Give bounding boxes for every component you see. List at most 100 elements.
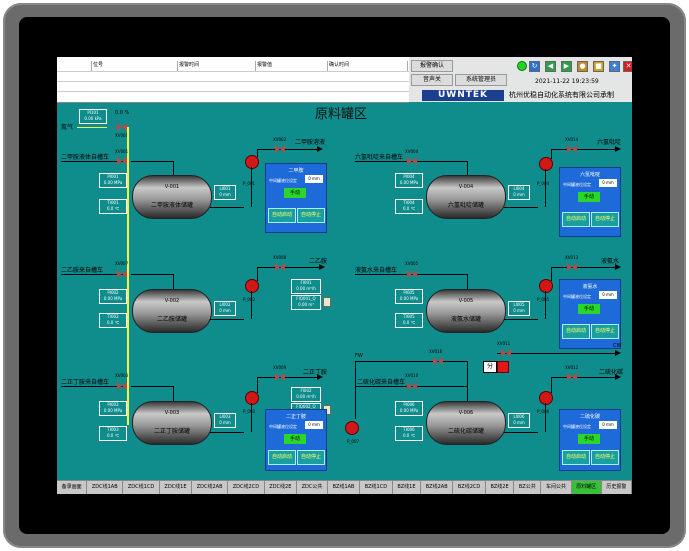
split-status-icon[interactable] [497, 361, 509, 373]
tab-zdc2ab[interactable]: ZDC线2AB [192, 481, 229, 494]
lock-icon[interactable]: ■ [593, 61, 604, 72]
tab-bz2ab[interactable]: BZ线2AB [421, 481, 454, 494]
tab-zdc1e[interactable]: ZDC线1E [160, 481, 193, 494]
tab-bz2cd[interactable]: BZ线2CD [453, 481, 486, 494]
tank1-inlet-valve-icon[interactable] [117, 157, 127, 165]
tank2-outlet-valve-icon[interactable] [275, 263, 285, 271]
pump-p001-icon[interactable] [245, 155, 259, 169]
pump-p003-icon[interactable] [245, 391, 259, 405]
tab-history-alarm[interactable]: 历史报警 [602, 481, 632, 494]
tank4-inlet-valve-icon[interactable] [407, 157, 417, 165]
split-label: 分 [483, 361, 497, 373]
tank6-level: LI006 0 mm [508, 413, 530, 428]
tank-v002[interactable]: V-002 二乙胺储罐 [132, 289, 212, 333]
col-tag: 位号 [93, 61, 178, 71]
tab-backup[interactable]: 备录画面 [57, 481, 88, 494]
sound-off-button[interactable]: 音声关 [411, 74, 453, 86]
tank2-dest: 二乙胺 [309, 258, 328, 265]
pump-p007-icon[interactable] [345, 421, 359, 435]
tab-bz1cd[interactable]: BZ线1CD [360, 481, 393, 494]
settings-icon[interactable]: ✦ [609, 61, 620, 72]
tab-zdc1ab[interactable]: ZDC线1AB [87, 481, 124, 494]
tank1-control-panel: 二甲胺 中间罐液位设定 0 mm 手动 自动启动 自动停止 [265, 163, 327, 233]
forward-icon[interactable]: ▶ [561, 61, 572, 72]
pipe [251, 291, 252, 319]
company-logo: UWNTEK [422, 90, 504, 101]
tank4-outlet-valve-icon[interactable] [567, 145, 577, 153]
level-setpoint-input[interactable]: 0 mm [599, 291, 617, 299]
auto-start-button[interactable]: 自动启动 [562, 324, 590, 339]
tab-zdc-common[interactable]: ZDC公共 [297, 481, 328, 494]
mode-button[interactable]: 手动 [284, 188, 306, 198]
auto-stop-button[interactable]: 自动停止 [591, 450, 619, 465]
level-setpoint-input[interactable]: 0 mm [305, 175, 323, 183]
tank3-inlet-valve-icon[interactable] [117, 382, 127, 390]
tab-zdc1cd[interactable]: ZDC线1CD [123, 481, 160, 494]
pump-p004-icon[interactable] [539, 157, 553, 171]
back-icon[interactable]: ◀ [545, 61, 556, 72]
mode-button[interactable]: 手动 [578, 304, 600, 314]
table-row[interactable] [57, 81, 409, 82]
indicator-icon[interactable] [323, 297, 331, 307]
auto-start-button[interactable]: 自动启动 [268, 450, 296, 465]
tank1-inlet-label: 二甲胺液体自槽车 [61, 154, 110, 161]
tab-bz1e[interactable]: BZ线1E [393, 481, 422, 494]
pipe [504, 319, 538, 320]
auto-stop-button[interactable]: 自动停止 [297, 450, 325, 465]
tank3-outlet-valve-tag: XV009 [273, 365, 287, 370]
mode-button[interactable]: 手动 [578, 434, 600, 444]
auto-start-button[interactable]: 自动启动 [562, 450, 590, 465]
xv011-valve-icon[interactable] [501, 349, 511, 357]
tank1-outlet-valve-icon[interactable] [275, 145, 285, 153]
auto-stop-button[interactable]: 自动停止 [591, 324, 619, 339]
tank-v001[interactable]: V-001 二甲胺液体储罐 [132, 175, 212, 219]
mode-button[interactable]: 手动 [578, 192, 600, 202]
tab-zdc2e[interactable]: ZDC线2E [265, 481, 297, 494]
pump-p006-icon[interactable] [539, 391, 553, 405]
tab-bz-common[interactable]: BZ公共 [514, 481, 542, 494]
page-title: 原料罐区 [315, 107, 368, 122]
tank6-inlet-valve-icon[interactable] [407, 382, 417, 390]
tank5-inlet-valve-icon[interactable] [407, 270, 417, 278]
table-row[interactable] [57, 71, 409, 72]
level-setpoint-input[interactable]: 0 mm [599, 421, 617, 429]
pump-p005-icon[interactable] [539, 279, 553, 293]
tank-v006[interactable]: V-006 二硫化碳储罐 [426, 401, 506, 445]
tab-workshop-common[interactable]: 车间公共 [541, 481, 572, 494]
tab-zdc2cd[interactable]: ZDC线2CD [228, 481, 265, 494]
tank-v004[interactable]: V-004 六氢吡啶储罐 [426, 175, 506, 219]
refresh-icon[interactable]: ↻ [529, 61, 540, 72]
tank5-outlet-valve-icon[interactable] [567, 263, 577, 271]
auto-stop-button[interactable]: 自动停止 [297, 208, 325, 223]
pipe [131, 161, 173, 162]
pipe [257, 149, 317, 150]
auto-start-button[interactable]: 自动启动 [562, 212, 590, 227]
alarm-confirm-button[interactable]: 报警确认 [411, 60, 453, 72]
level-setpoint-input[interactable]: 0 mm [599, 179, 617, 187]
pipe [551, 149, 552, 159]
tab-bz1ab[interactable]: BZ线1AB [328, 481, 361, 494]
tank2-inlet-valve-icon[interactable] [117, 270, 127, 278]
table-row[interactable] [57, 91, 409, 92]
pi101-box: PI101 0.00 kPa [79, 109, 107, 124]
tab-raw-material-tank[interactable]: 原料罐区 [571, 481, 602, 494]
pipe [545, 291, 546, 319]
tank6-outlet-valve-icon[interactable] [567, 373, 577, 381]
tank3-outlet-valve-icon[interactable] [275, 373, 285, 381]
nitrogen-valve-icon[interactable] [117, 123, 127, 131]
tank-v005[interactable]: V-005 液氨水储罐 [426, 289, 506, 333]
level-setpoint-input[interactable]: 0 mm [305, 421, 323, 429]
pump-p002-icon[interactable] [245, 279, 259, 293]
tab-bz2e[interactable]: BZ线2E [486, 481, 515, 494]
tank-v003[interactable]: V-003 二正丁胺储罐 [132, 401, 212, 445]
mode-button[interactable]: 手动 [284, 434, 306, 444]
tank5-outlet-valve-tag: XV013 [565, 255, 579, 260]
auto-stop-button[interactable]: 自动停止 [591, 212, 619, 227]
system-admin-button[interactable]: 系统管理员 [455, 74, 507, 86]
tank5-pressure: PI005 0.00 MPa [395, 289, 423, 304]
close-icon[interactable]: ✕ [623, 61, 632, 72]
auto-start-button[interactable]: 自动启动 [268, 208, 296, 223]
pipe [210, 319, 244, 320]
user-icon[interactable]: ● [577, 61, 588, 72]
xv016-valve-icon[interactable] [433, 357, 443, 365]
